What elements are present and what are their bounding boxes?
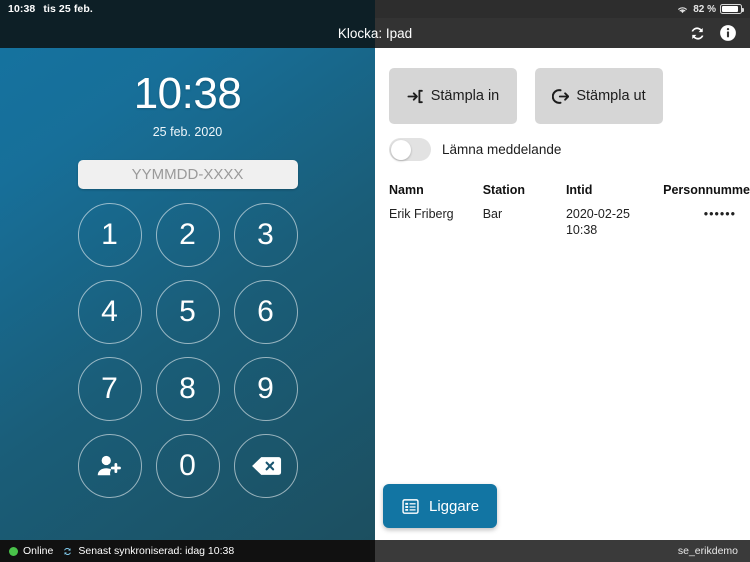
sync-refresh-icon[interactable] [688, 24, 707, 43]
battery-percent-label: 82 % [693, 3, 716, 15]
numeric-keypad: 1 2 3 4 5 6 7 8 9 0 [77, 203, 298, 498]
key-0[interactable]: 0 [155, 434, 220, 498]
key-1[interactable]: 1 [77, 203, 142, 267]
list-table-icon [401, 497, 420, 516]
status-footer: Online Senast synkroniserad: idag 10:38 … [0, 540, 750, 562]
key-8[interactable]: 8 [155, 357, 220, 421]
column-header-namn: Namn [389, 183, 424, 197]
key-8-label: 8 [179, 372, 196, 405]
stamp-out-label: Stämpla ut [576, 88, 646, 104]
table-header-row: Namn Station Intid Personnummer [389, 183, 750, 207]
clock-actions-panel: Stämpla in Stämpla ut Lämna meddelande N… [375, 48, 750, 540]
liggare-button[interactable]: Liggare [383, 484, 498, 528]
status-bar-time: 10:38 [8, 3, 36, 15]
key-9[interactable]: 9 [233, 357, 298, 421]
column-header-station: Station [482, 183, 526, 197]
clock-date: 25 feb. 2020 [152, 125, 223, 139]
body-area: 10:38 25 feb. 2020 1 2 3 4 5 6 7 8 9 0 Stämpla in [0, 48, 750, 540]
cell-intid: 2020-02-25 10:38 [565, 207, 630, 237]
key-5[interactable]: 5 [155, 280, 220, 344]
sign-in-arrow-icon [407, 88, 424, 105]
key-2-label: 2 [179, 218, 196, 251]
keypad-panel: 10:38 25 feb. 2020 1 2 3 4 5 6 7 8 9 0 [0, 48, 375, 540]
pin-input[interactable] [77, 160, 298, 189]
status-bar-date: tis 25 feb. [43, 3, 93, 15]
column-header-intid: Intid [565, 183, 593, 197]
stamp-in-label: Stämpla in [430, 88, 500, 104]
last-sync-label: Senast synkroniserad: idag 10:38 [78, 545, 235, 557]
key-6-label: 6 [257, 295, 274, 328]
sign-out-arrow-icon [552, 88, 570, 105]
title-bar: Klocka: Ipad [0, 18, 750, 48]
online-status-label: Online [23, 545, 54, 557]
status-bar-right: 82 % [676, 4, 750, 15]
cell-station: Bar [482, 207, 503, 221]
clock-time: 10:38 [133, 69, 242, 118]
key-1-label: 1 [101, 218, 118, 251]
ios-status-bar: 10:38 tis 25 feb. 82 % [0, 0, 750, 18]
person-add-icon [95, 451, 125, 481]
key-add-person[interactable] [77, 434, 142, 498]
stamp-buttons-row: Stämpla in Stämpla ut [375, 68, 750, 124]
online-status-dot [9, 546, 18, 556]
backspace-icon [250, 454, 282, 478]
key-3-label: 3 [257, 218, 274, 251]
key-0-label: 0 [179, 449, 196, 482]
footer-left: Online Senast synkroniserad: idag 10:38 [0, 545, 234, 557]
leave-message-label: Lämna meddelande [442, 142, 562, 157]
table-body: Erik Friberg Bar 2020-02-25 10:38 •••••• [389, 207, 736, 238]
key-backspace[interactable] [233, 434, 298, 498]
key-7-label: 7 [101, 372, 118, 405]
key-4[interactable]: 4 [77, 280, 142, 344]
clocked-in-table: Namn Station Intid Personnummer Erik Fri… [389, 183, 750, 238]
info-circle-icon[interactable] [719, 24, 737, 42]
stamp-in-button[interactable]: Stämpla in [389, 68, 517, 124]
wifi-icon [676, 4, 689, 15]
key-4-label: 4 [101, 295, 118, 328]
key-2[interactable]: 2 [155, 203, 220, 267]
liggare-label: Liggare [429, 497, 480, 515]
table-row[interactable]: Erik Friberg Bar 2020-02-25 10:38 •••••• [389, 207, 736, 238]
stamp-out-button[interactable]: Stämpla ut [535, 68, 663, 124]
account-label: se_erikdemo [677, 545, 738, 557]
key-9-label: 9 [257, 372, 274, 405]
battery-icon [720, 4, 744, 14]
page-title: Klocka: Ipad [337, 25, 413, 41]
title-bar-actions [688, 24, 750, 43]
cell-personnummer: •••••• [703, 207, 736, 221]
cell-namn: Erik Friberg [389, 207, 454, 221]
status-bar-left: 10:38 tis 25 feb. [0, 3, 93, 15]
clocked-in-table-wrap: Namn Station Intid Personnummer Erik Fri… [375, 183, 750, 238]
key-5-label: 5 [179, 295, 196, 328]
key-6[interactable]: 6 [233, 280, 298, 344]
key-3[interactable]: 3 [233, 203, 298, 267]
leave-message-toggle[interactable] [389, 138, 431, 161]
toggle-knob [390, 139, 411, 160]
column-header-personnummer: Personnummer [663, 183, 750, 197]
app-screen: 10:38 tis 25 feb. 82 % Klocka: Ipad 10:3… [0, 0, 750, 562]
sync-small-icon [62, 546, 73, 557]
message-toggle-row: Lämna meddelande [375, 138, 750, 161]
key-7[interactable]: 7 [77, 357, 142, 421]
